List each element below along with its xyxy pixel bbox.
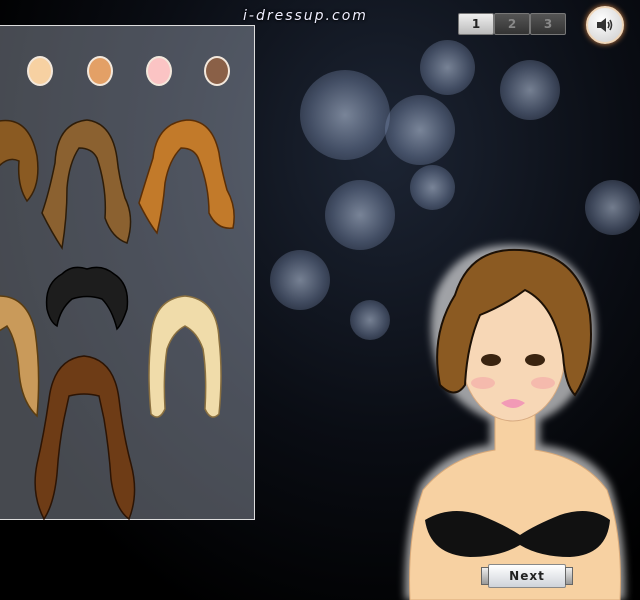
hairstyle-selection-panel: [0, 25, 255, 521]
hairstyle-platinum-bob[interactable]: [145, 294, 225, 429]
site-logo: i-dressup.com: [243, 8, 368, 24]
bokeh-light: [325, 180, 395, 250]
hairstyle-black-short-messy[interactable]: [42, 264, 132, 334]
hairstyle-brown-wavy-long[interactable]: [37, 118, 137, 253]
skin-color-swatch-pink[interactable]: [146, 56, 172, 86]
bokeh-light: [585, 180, 640, 235]
game-stage: i-dressup.com 1 2 3 Next: [0, 0, 640, 600]
skin-color-swatch-dark[interactable]: [204, 56, 230, 86]
bokeh-light: [350, 300, 390, 340]
speaker-icon: [597, 18, 613, 32]
bokeh-light: [500, 60, 560, 120]
bokeh-light: [270, 250, 330, 310]
bokeh-light: [410, 165, 455, 210]
skin-color-swatch-light[interactable]: [27, 56, 53, 86]
bokeh-light: [385, 95, 455, 165]
page-3-button[interactable]: 3: [530, 13, 566, 35]
bokeh-light: [420, 40, 475, 95]
page-1-button[interactable]: 1: [458, 13, 494, 35]
hairstyle-copper-wavy[interactable]: [137, 118, 237, 243]
page-2-button[interactable]: 2: [494, 13, 530, 35]
skin-color-swatch-tan[interactable]: [87, 56, 113, 86]
dressup-model: [404, 245, 626, 600]
bokeh-light: [300, 70, 390, 160]
sound-toggle-button[interactable]: [586, 6, 624, 44]
next-button[interactable]: Next: [481, 564, 573, 588]
hairstyle-brown-wavy-bangs-long[interactable]: [29, 354, 139, 524]
page-navigation: 1 2 3: [458, 13, 566, 35]
